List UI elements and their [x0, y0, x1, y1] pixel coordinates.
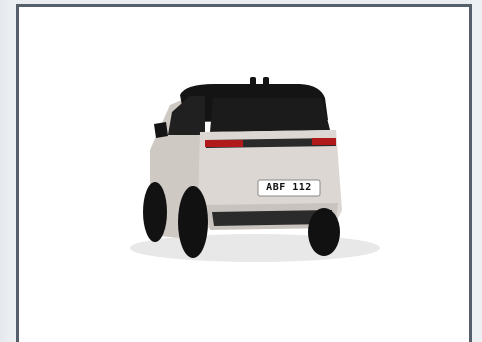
- wheel-front: [143, 182, 167, 242]
- antenna-right: [263, 77, 269, 86]
- side-window: [168, 96, 205, 135]
- taillight-right: [312, 138, 336, 145]
- license-plate-text: ABF 112: [266, 182, 312, 193]
- antenna-left: [250, 77, 256, 86]
- side-mirror: [154, 122, 168, 138]
- taillight-left: [205, 140, 243, 147]
- rear-window: [210, 98, 330, 132]
- vehicle-image: [130, 77, 380, 262]
- ground-shadow: [130, 234, 380, 262]
- wheel-rear-left: [178, 186, 208, 258]
- wheel-rear-right: [308, 208, 340, 256]
